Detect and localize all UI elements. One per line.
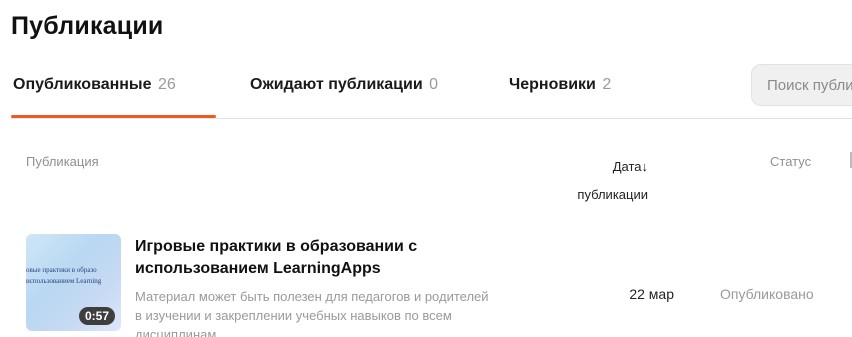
publication-title[interactable]: Игровые практики в образовании с использ… — [135, 236, 475, 280]
column-header-date[interactable]: Дата↓ публикации — [560, 153, 648, 209]
tab-pending[interactable]: Ожидают публикации 0 — [250, 76, 438, 94]
tab-drafts[interactable]: Черновики 2 — [509, 76, 611, 94]
table-row[interactable]: овые практики в образо использованием Le… — [26, 234, 852, 337]
publication-date: 22 мар — [629, 286, 674, 302]
tab-label: Опубликованные — [13, 76, 152, 93]
thumbnail-text: овые практики в образо использованием Le… — [26, 265, 121, 287]
tab-count: 26 — [157, 76, 176, 93]
tab-label: Черновики — [509, 76, 596, 93]
tab-count: 0 — [429, 76, 439, 93]
column-header-status: Статус — [770, 154, 812, 169]
tab-published[interactable]: Опубликованные 26 — [13, 76, 176, 94]
tab-count: 2 — [602, 76, 612, 93]
tab-label: Ожидают публикации — [250, 76, 423, 93]
page-title: Публикации — [11, 12, 164, 40]
search-input[interactable] — [751, 64, 852, 106]
thumbnail-line: использованием Learning — [26, 277, 102, 285]
column-header-publication: Публикация — [26, 154, 99, 169]
tabs-divider — [11, 118, 852, 119]
sort-down-icon: ↓ — [641, 159, 649, 174]
date-header-label: Дата — [612, 159, 642, 174]
thumbnail-line: овые практики в образо — [26, 266, 97, 274]
date-header-line2: публикации — [577, 187, 648, 202]
video-thumbnail[interactable]: овые практики в образо использованием Le… — [26, 234, 121, 331]
tabs-bar: Опубликованные 26 Ожидают публикации 0 Ч… — [11, 68, 852, 119]
publication-description: Материал может быть полезен для педагого… — [135, 289, 489, 337]
date-header-top: Дата↓ — [560, 153, 648, 181]
status-badge: Опубликовано — [720, 286, 814, 302]
duration-badge: 0:57 — [78, 307, 115, 325]
